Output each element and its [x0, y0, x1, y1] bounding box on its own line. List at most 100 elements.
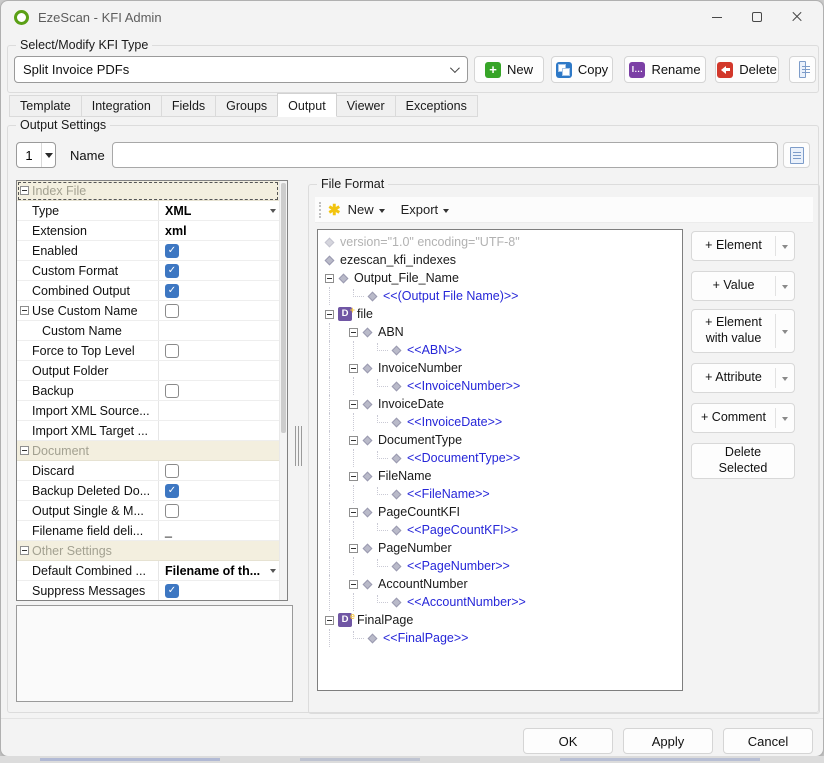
collapse-icon[interactable]	[325, 616, 334, 625]
grid-property-row[interactable]: Backup Deleted Do...	[17, 481, 279, 501]
grid-property-value[interactable]: Filename of th...	[158, 561, 279, 580]
tab-integration[interactable]: Integration	[82, 95, 162, 117]
collapse-icon[interactable]	[349, 472, 358, 481]
tree-new-menu[interactable]: New	[348, 202, 385, 217]
grid-property-value[interactable]	[158, 581, 279, 600]
grid-property-value[interactable]	[158, 281, 279, 300]
grid-property-value[interactable]	[158, 241, 279, 260]
grid-property-value[interactable]: xml	[158, 221, 279, 240]
collapse-icon[interactable]	[349, 580, 358, 589]
ok-button[interactable]: OK	[523, 728, 613, 754]
add-element-button[interactable]: + Element	[691, 231, 795, 261]
grid-property-row[interactable]: Default Combined ...Filename of th...	[17, 561, 279, 581]
tree-node[interactable]: <<(Output File Name)>>	[318, 287, 682, 305]
property-grid-scrollbar[interactable]	[279, 181, 287, 600]
name-input[interactable]	[112, 142, 778, 168]
grid-property-row[interactable]: Import XML Target ...	[17, 421, 279, 441]
grid-property-row[interactable]: Force to Top Level	[17, 341, 279, 361]
cancel-button[interactable]: Cancel	[723, 728, 813, 754]
tree-node[interactable]: InvoiceDate	[318, 395, 682, 413]
output-index-dropdown[interactable]: 1	[16, 142, 56, 168]
collapse-icon[interactable]	[349, 364, 358, 373]
tree-node[interactable]: <<AccountNumber>>	[318, 593, 682, 611]
tree-node[interactable]: PageNumber	[318, 539, 682, 557]
grid-property-value[interactable]	[158, 461, 279, 480]
checkbox-checked[interactable]	[165, 584, 179, 598]
tree-node[interactable]: <<PageCountKFI>>	[318, 521, 682, 539]
tree-node[interactable]: DeFinalPage	[318, 611, 682, 629]
grid-property-value[interactable]	[158, 321, 279, 340]
tab-exceptions[interactable]: Exceptions	[396, 95, 478, 117]
grid-property-value[interactable]: _	[158, 521, 279, 540]
checkbox-checked[interactable]	[165, 484, 179, 498]
delete-selected-button[interactable]: DeleteSelected	[691, 443, 795, 479]
grid-property-row[interactable]: Use Custom Name	[17, 301, 279, 321]
tab-template[interactable]: Template	[9, 95, 82, 117]
dropdown-arrow-icon[interactable]	[776, 415, 794, 421]
grid-property-row[interactable]: Output Single & M...	[17, 501, 279, 521]
checkbox-checked[interactable]	[165, 284, 179, 298]
grid-category-row[interactable]: Document	[17, 441, 279, 461]
checkbox-checked[interactable]	[165, 264, 179, 278]
grid-property-value[interactable]	[158, 421, 279, 440]
grid-property-row[interactable]: Backup	[17, 381, 279, 401]
tree-node[interactable]: Output_File_Name	[318, 269, 682, 287]
tree-node[interactable]: <<ABN>>	[318, 341, 682, 359]
tree-node[interactable]: <<FileName>>	[318, 485, 682, 503]
toolbar-grip-icon[interactable]	[319, 202, 321, 218]
grid-property-row[interactable]: Suppress Messages	[17, 581, 279, 601]
grid-property-row[interactable]: TypeXML	[17, 201, 279, 221]
grid-property-value[interactable]	[158, 481, 279, 500]
grid-property-row[interactable]: Discard	[17, 461, 279, 481]
tree-node[interactable]: <<FinalPage>>	[318, 629, 682, 647]
checkbox-unchecked[interactable]	[165, 304, 179, 318]
collapse-icon[interactable]	[349, 508, 358, 517]
delete-kfi-button[interactable]: Delete	[715, 56, 779, 83]
grid-property-row[interactable]: Combined Output	[17, 281, 279, 301]
grid-category-row[interactable]: Other Settings	[17, 541, 279, 561]
collapse-icon[interactable]	[20, 546, 29, 555]
grid-category-row[interactable]: Index File	[17, 181, 279, 201]
grid-property-row[interactable]: Custom Format	[17, 261, 279, 281]
tree-node[interactable]: PageCountKFI	[318, 503, 682, 521]
collapse-icon[interactable]	[349, 400, 358, 409]
grid-property-row[interactable]: Filename field deli..._	[17, 521, 279, 541]
collapse-icon[interactable]	[325, 310, 334, 319]
maximize-button[interactable]	[737, 1, 777, 33]
dropdown-arrow-icon[interactable]	[776, 375, 794, 381]
tree-export-menu[interactable]: Export	[401, 202, 450, 217]
grid-property-row[interactable]: Import XML Source...	[17, 401, 279, 421]
minimize-button[interactable]	[697, 1, 737, 33]
collapse-icon[interactable]	[349, 436, 358, 445]
grid-property-value[interactable]	[158, 401, 279, 420]
tree-node[interactable]: ezescan_kfi_indexes	[318, 251, 682, 269]
dropdown-arrow-icon[interactable]	[776, 283, 794, 289]
tab-viewer[interactable]: Viewer	[337, 95, 396, 117]
kfi-type-combobox[interactable]: Split Invoice PDFs	[14, 56, 468, 83]
grid-property-value[interactable]	[158, 301, 279, 320]
tab-fields[interactable]: Fields	[162, 95, 216, 117]
dropdown-arrow-icon[interactable]	[270, 569, 276, 573]
tree-node[interactable]: D+file	[318, 305, 682, 323]
tree-node[interactable]: version="1.0" encoding="UTF-8"	[318, 233, 682, 251]
rename-kfi-button[interactable]: Rename	[624, 56, 706, 83]
tree-node[interactable]: AccountNumber	[318, 575, 682, 593]
grid-property-value[interactable]	[158, 501, 279, 520]
close-button[interactable]	[777, 1, 817, 33]
dropdown-arrow-icon[interactable]	[776, 243, 794, 249]
collapse-icon[interactable]	[20, 186, 29, 195]
tree-node[interactable]: <<InvoiceNumber>>	[318, 377, 682, 395]
tree-node[interactable]: <<InvoiceDate>>	[318, 413, 682, 431]
kfi-notes-button[interactable]	[789, 56, 816, 83]
tree-node[interactable]: InvoiceNumber	[318, 359, 682, 377]
grid-property-value[interactable]	[158, 341, 279, 360]
checkbox-unchecked[interactable]	[165, 504, 179, 518]
tree-node[interactable]: ABN	[318, 323, 682, 341]
tree-node[interactable]: <<PageNumber>>	[318, 557, 682, 575]
grid-property-row[interactable]: Output Folder	[17, 361, 279, 381]
new-kfi-button[interactable]: New	[474, 56, 544, 83]
add-comment-button[interactable]: + Comment	[691, 403, 795, 433]
grid-property-row[interactable]: Enabled	[17, 241, 279, 261]
grid-property-value[interactable]	[158, 361, 279, 380]
grid-property-value[interactable]: XML	[158, 201, 279, 220]
